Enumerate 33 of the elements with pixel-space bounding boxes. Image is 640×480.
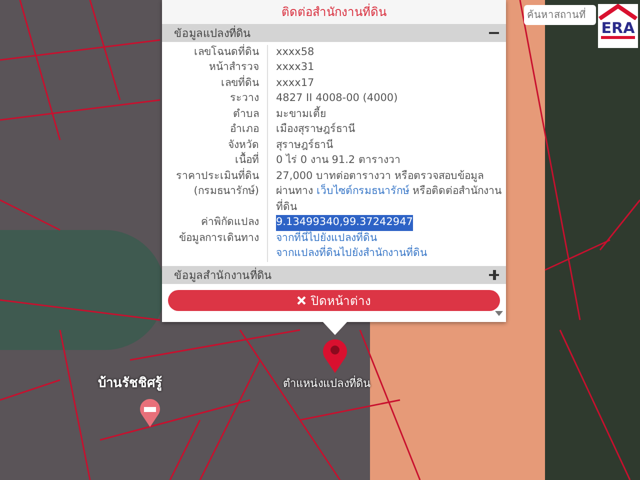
close-icon xyxy=(297,296,306,306)
hotel-pin-icon[interactable] xyxy=(139,398,161,428)
field-label: ค่าพิกัดแปลง xyxy=(162,215,268,231)
field-label: ราคาประเมินที่ดิน (กรมธนารักษ์) xyxy=(162,168,268,216)
directions-link[interactable]: จากที่นี่ไปยังแปลงที่ดิน xyxy=(276,230,377,246)
field-value: สุราษฎร์ธานี xyxy=(276,138,333,153)
field-value: 4827 II 4008-00 (4000) xyxy=(276,91,398,106)
field-value: xxxx31 xyxy=(276,60,314,76)
field-label: อำเภอ xyxy=(162,122,268,138)
close-window-button[interactable]: ปิดหน้าต่าง xyxy=(168,290,500,312)
field-value: มะขามเตี้ย xyxy=(276,106,326,122)
field-label: เลขที่ดิน xyxy=(162,76,268,92)
website-link[interactable]: เว็บไซต์กรมธนารักษ์ xyxy=(316,185,410,198)
coordinates-value: 9.13499340,99.37242947 xyxy=(276,215,413,231)
field-label: ระวาง xyxy=(162,91,268,107)
section-header[interactable]: ข้อมูลสำนักงานที่ดิน xyxy=(162,266,506,284)
directions-link[interactable]: จากแปลงที่ดินไปยังสำนักงานที่ดิน xyxy=(276,246,427,262)
field-label: หน้าสำรวจ xyxy=(162,60,268,76)
place-label: บ้านรัชชิศรู้ xyxy=(98,374,162,393)
field-label: เลขโฉนดที่ดิน xyxy=(162,44,268,60)
section-header[interactable]: ข้อมูลแปลงที่ดิน xyxy=(162,24,506,42)
field-label: จังหวัด xyxy=(162,138,268,154)
caret-icon xyxy=(495,311,503,316)
field-value: xxxx58 xyxy=(276,44,314,60)
field-label: ข้อมูลการเดินทาง xyxy=(162,230,268,262)
field-value: xxxx17 xyxy=(276,76,314,91)
field-value: เมืองสุราษฎร์ธานี xyxy=(276,122,355,138)
field-value: 0 ไร่ 0 งาน 91.2 ตารางวา xyxy=(276,153,400,168)
field-label: ตำบล xyxy=(162,106,268,122)
field-label: เนื้อที่ xyxy=(162,153,268,169)
field-value: 27,000 บาทต่อตารางวา หรือตรวจสอบข้อมูลผ่านทาง เว็บไซต์กรมธนารักษ์ หรือติดต่อสำนักงานที่ดิน xyxy=(276,168,502,215)
search-field[interactable]: ค้นหาสถานที่ xyxy=(524,5,596,25)
logo: ERA xyxy=(598,4,638,48)
